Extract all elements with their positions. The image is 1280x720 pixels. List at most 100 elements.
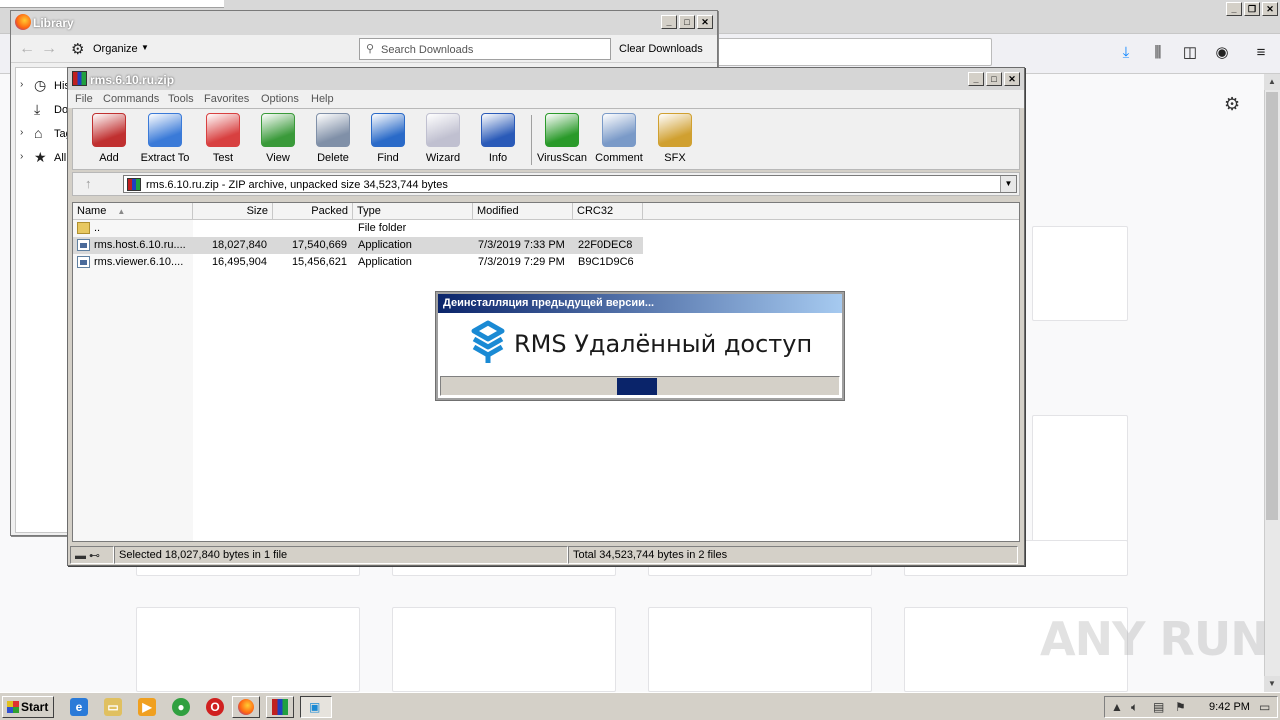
- menu-tools[interactable]: Tools: [168, 93, 194, 105]
- url-bar[interactable]: [712, 38, 992, 66]
- gear-icon[interactable]: ⚙: [1224, 94, 1240, 115]
- column-modified[interactable]: Modified: [473, 203, 573, 220]
- tree-item-history[interactable]: › ◷ History: [16, 76, 70, 96]
- cell-type: Application: [358, 239, 412, 251]
- winrar-icon: [272, 699, 288, 715]
- clear-downloads-button[interactable]: Clear Downloads: [615, 38, 707, 60]
- up-arrow-icon[interactable]: ↑: [85, 176, 92, 191]
- test-button[interactable]: Test: [195, 113, 251, 169]
- download-icon[interactable]: ⤓: [1117, 44, 1135, 62]
- column-crc32[interactable]: CRC32: [573, 203, 643, 220]
- gear-icon[interactable]: ⚙: [71, 40, 84, 58]
- menu-bar: File Commands Tools Favorites Options He…: [68, 90, 1024, 108]
- status-drive-icons: ▬ ⊷: [70, 546, 114, 564]
- library-icon[interactable]: ⫼: [1149, 44, 1167, 62]
- winrar-window-controls: _ □ ✕: [966, 72, 1020, 86]
- top-site-tile[interactable]: [392, 607, 616, 692]
- path-combobox[interactable]: rms.6.10.ru.zip - ZIP archive, unpacked …: [123, 175, 1017, 193]
- sfx-button[interactable]: SFX: [647, 113, 703, 169]
- virusscan-button[interactable]: VirusScan: [534, 113, 590, 169]
- chrome-icon[interactable]: ●: [172, 698, 190, 716]
- scroll-down-arrow[interactable]: ▼: [1264, 676, 1280, 692]
- find-button[interactable]: Find: [360, 113, 416, 169]
- extract-to-button[interactable]: Extract To: [137, 113, 193, 169]
- winrar-titlebar: rms.6.10.ru.zip _ □ ✕: [68, 68, 1024, 90]
- search-icon: ⚲: [366, 43, 375, 55]
- maximize-button[interactable]: □: [986, 72, 1002, 86]
- column-size[interactable]: Size: [193, 203, 273, 220]
- firefox-tab[interactable]: [0, 0, 224, 8]
- cell-type: File folder: [358, 222, 407, 234]
- minimize-button[interactable]: _: [661, 15, 677, 29]
- toolbar-separator: [531, 115, 532, 165]
- maximize-button[interactable]: □: [679, 15, 695, 29]
- taskbar-firefox[interactable]: [232, 696, 260, 718]
- back-arrow-icon[interactable]: ←: [19, 40, 35, 58]
- column-packed[interactable]: Packed: [273, 203, 353, 220]
- add-button[interactable]: Add: [81, 113, 137, 169]
- table-row[interactable]: rms.host.6.10.ru.... 18,027,840 17,540,6…: [73, 237, 1019, 254]
- cell-size: 16,495,904: [211, 256, 267, 268]
- chevron-down-icon[interactable]: ▼: [141, 43, 149, 52]
- info-button[interactable]: Info: [470, 113, 526, 169]
- folder-icon: [148, 113, 182, 147]
- minimize-button[interactable]: _: [1226, 2, 1242, 16]
- chevron-right-icon[interactable]: ›: [20, 151, 23, 162]
- show-desktop-icon[interactable]: ▭: [1259, 700, 1270, 714]
- scroll-up-arrow[interactable]: ▲: [1264, 74, 1280, 90]
- delete-button[interactable]: Delete: [305, 113, 361, 169]
- sidebar-icon[interactable]: ◫: [1181, 44, 1199, 62]
- explorer-icon[interactable]: ▭: [104, 698, 122, 716]
- top-site-tile[interactable]: [136, 607, 360, 692]
- scrollbar-thumb[interactable]: [1266, 92, 1278, 520]
- wizard-button[interactable]: Wizard: [415, 113, 471, 169]
- download-icon: ⤓: [34, 101, 41, 117]
- top-site-tile[interactable]: [1032, 226, 1128, 321]
- comment-button[interactable]: Comment: [591, 113, 647, 169]
- close-button[interactable]: ✕: [1262, 2, 1278, 16]
- tree-item-all-bookmarks[interactable]: › ★ All Bookmarks: [16, 148, 70, 168]
- tree-item-downloads[interactable]: ⤓ Downloads: [16, 100, 70, 120]
- media-player-icon[interactable]: ▶: [138, 698, 156, 716]
- rms-uninstall-dialog: Деинсталляция предыдущей версии... RMS У…: [436, 292, 844, 400]
- menu-help[interactable]: Help: [311, 93, 334, 105]
- close-button[interactable]: ✕: [1004, 72, 1020, 86]
- table-row[interactable]: rms.viewer.6.10.... 16,495,904 15,456,62…: [73, 254, 1019, 271]
- menu-favorites[interactable]: Favorites: [204, 93, 249, 105]
- cell-name: rms.viewer.6.10....: [94, 256, 184, 268]
- internet-explorer-icon[interactable]: e: [70, 698, 88, 716]
- column-type[interactable]: Type: [353, 203, 473, 220]
- menu-file[interactable]: File: [75, 93, 93, 105]
- start-button[interactable]: Start: [2, 696, 54, 718]
- close-button[interactable]: ✕: [697, 15, 713, 29]
- minimize-button[interactable]: _: [968, 72, 984, 86]
- menu-commands[interactable]: Commands: [103, 93, 159, 105]
- taskbar-rms[interactable]: ▣: [300, 696, 332, 718]
- search-input[interactable]: ⚲ Search Downloads: [359, 38, 611, 60]
- opera-icon[interactable]: O: [206, 698, 224, 716]
- network-icon[interactable]: ▤: [1153, 700, 1164, 714]
- restore-button[interactable]: ❐: [1244, 2, 1260, 16]
- table-row[interactable]: .. File folder: [73, 220, 1019, 237]
- taskbar-winrar[interactable]: [266, 696, 294, 718]
- chevron-right-icon[interactable]: ›: [20, 79, 23, 90]
- chevron-up-icon[interactable]: ▲: [1111, 700, 1123, 714]
- archive-path: rms.6.10.ru.zip - ZIP archive, unpacked …: [146, 179, 448, 191]
- volume-icon[interactable]: 🔈︎: [1131, 700, 1138, 715]
- clock-icon: ◷: [34, 77, 47, 93]
- column-name[interactable]: Name ▲: [73, 203, 193, 220]
- account-icon[interactable]: ◉: [1213, 44, 1231, 62]
- menu-icon[interactable]: ≡: [1252, 44, 1270, 62]
- windows-logo-icon: [7, 701, 19, 713]
- forward-arrow-icon[interactable]: →: [41, 40, 57, 58]
- organize-menu[interactable]: Organize: [93, 43, 138, 55]
- menu-options[interactable]: Options: [261, 93, 299, 105]
- flag-icon[interactable]: ⚑: [1175, 700, 1186, 714]
- view-button[interactable]: View: [250, 113, 306, 169]
- top-site-tile[interactable]: [648, 607, 872, 692]
- application-icon: [77, 256, 90, 268]
- tree-item-tags[interactable]: › ⌂ Tags: [16, 124, 70, 144]
- chevron-right-icon[interactable]: ›: [20, 127, 23, 138]
- chevron-down-icon[interactable]: ▼: [1000, 176, 1016, 192]
- clock[interactable]: 9:42 PM: [1209, 701, 1250, 713]
